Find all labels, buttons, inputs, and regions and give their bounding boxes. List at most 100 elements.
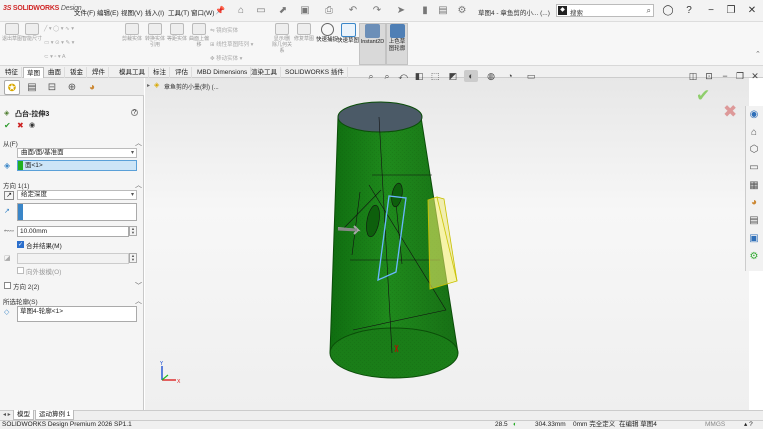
solidworks-resources-icon[interactable]: ◉ (747, 108, 761, 122)
display-manager-tab-icon[interactable]: ◕ (84, 80, 100, 95)
ribbon-repair-sketch[interactable]: 修复草图 (294, 23, 314, 42)
status-notification-icon[interactable]: ▴ ? (744, 421, 753, 429)
view-orientation-icon[interactable]: ⬚ (428, 70, 442, 82)
restore-button[interactable]: ❐ (723, 3, 739, 19)
app-logo[interactable]: 3S SOLIDWORKS Design (3, 5, 82, 12)
section-view-icon[interactable]: ◧ (412, 70, 426, 82)
status-units[interactable]: MMGS (705, 421, 725, 429)
design-library-icon[interactable]: ⬡ (747, 143, 761, 157)
viewport-restore-icon[interactable]: ❐ (733, 70, 747, 82)
direction2-expand-icon[interactable]: ﹀ (135, 281, 142, 291)
line-tool-icon[interactable]: ╱ ▾ ◯ ▾ ∿ ▾ (44, 26, 74, 32)
forum-icon[interactable]: ▣ (747, 232, 761, 246)
open-icon[interactable]: ⬈ (276, 4, 290, 18)
ribbon-display-relations[interactable]: 显示/删除几何关系 (272, 23, 292, 54)
ribbon-smart-dimension[interactable]: 智能尺寸 (22, 23, 42, 42)
home-tab-icon[interactable]: ⌂ (747, 126, 761, 140)
zoom-area-icon[interactable]: ⌕ (380, 70, 394, 82)
panel-toggle-icon[interactable]: ◫ (686, 70, 700, 82)
tab-evaluate[interactable]: 评估 (172, 67, 192, 78)
split-view-icon[interactable]: ⊡ (702, 70, 716, 82)
direction-vector-field[interactable] (17, 203, 137, 221)
close-button[interactable]: ✕ (744, 3, 760, 19)
new-document-icon[interactable]: ▭ (254, 4, 268, 18)
appearances-icon[interactable]: ◕ (747, 196, 761, 210)
ribbon-instant2d[interactable]: Instant2D (359, 23, 386, 65)
previous-view-icon[interactable]: ⤺ (396, 70, 410, 82)
tab-scroll-icon[interactable]: ◂ ▸ (3, 411, 11, 418)
edit-appearance-icon[interactable]: ◍ (484, 70, 498, 82)
mirror-entities[interactable]: ⇋ 镜向实体 (210, 26, 238, 34)
rebuild-icon[interactable]: ▮ (418, 4, 432, 18)
ribbon-surface-offset[interactable]: 曲面上偏移 (189, 23, 209, 48)
tab-markup[interactable]: 标注 (150, 67, 170, 78)
confirm-ok-icon[interactable]: ✔ (696, 86, 710, 106)
print-icon[interactable]: ⎙ (322, 4, 336, 18)
menu-file[interactable]: 文件(F) (74, 7, 95, 17)
search-icon[interactable]: ⌕ (647, 6, 651, 16)
confirm-cancel-icon[interactable]: ✖ (723, 102, 737, 122)
tab-features[interactable]: 特征 (2, 67, 22, 78)
ribbon-exit-sketch[interactable]: 退出草图 (2, 23, 22, 42)
hide-show-items-icon[interactable]: ◐ (464, 70, 478, 82)
help-icon[interactable]: ? (681, 3, 697, 19)
direction1-label[interactable]: 方向 1(1) (3, 180, 29, 190)
ribbon-collapse-icon[interactable]: ⌃ (755, 50, 761, 58)
rect-tool-icon[interactable]: ▭ ▾ ⊙ ▾ ✎ ▾ (44, 40, 74, 46)
tab-surfaces[interactable]: 曲面 (45, 67, 65, 78)
pin-icon[interactable]: 📌 (213, 4, 227, 18)
menu-window[interactable]: 窗口(W) (191, 7, 214, 17)
graphics-viewport[interactable]: ▸ ◈ 章鱼剪的小墨(刺) (... Y X ✔ ✖ (145, 78, 749, 410)
depth-spinner[interactable]: ▲ ▼ (129, 226, 137, 236)
draft-spinner[interactable]: ▲ ▼ (129, 253, 137, 263)
view-palette-icon[interactable]: ▦ (747, 179, 761, 193)
tab-sheet-metal[interactable]: 钣金 (67, 67, 87, 78)
end-condition-combo[interactable]: 给定深度 ▾ (17, 190, 137, 200)
solidworks-apps-icon[interactable]: ⚙ (747, 250, 761, 264)
menu-view[interactable]: 视图(V) (121, 7, 143, 17)
home-icon[interactable]: ⌂ (234, 4, 248, 18)
selected-contours-label[interactable]: 所选轮廓(S) (3, 296, 38, 306)
reverse-direction-icon[interactable]: ↗ (4, 191, 14, 200)
menu-tools[interactable]: 工具(T) (168, 7, 189, 17)
tab-model[interactable]: 模型 (13, 410, 34, 420)
contours-field[interactable]: 草图4-轮廓<1> (17, 306, 137, 322)
feature-manager-tab-icon[interactable]: ✪ (4, 80, 20, 95)
zoom-to-fit-icon[interactable]: ⌕ (364, 70, 378, 82)
part-model[interactable] (145, 78, 749, 410)
contours-collapse-icon[interactable]: ︿ (135, 296, 142, 306)
redo-icon[interactable]: ↷ (370, 4, 384, 18)
help-button[interactable]: ? (131, 109, 138, 116)
linear-sketch-pattern[interactable]: ⊞ 线性草图阵列 ▾ (210, 40, 253, 48)
search-box[interactable]: ◆ 搜索 ⌕ (556, 4, 654, 17)
menu-insert[interactable]: 插入(I) (145, 7, 164, 17)
ribbon-rapid-sketch[interactable]: 快速草图 (337, 23, 359, 45)
tab-mbd-dimensions[interactable]: MBD Dimensions (194, 67, 252, 78)
tab-render-tools[interactable]: 渲染工具 (248, 67, 281, 78)
custom-properties-icon[interactable]: ▤ (747, 214, 761, 228)
display-style-icon[interactable]: ◩ (446, 70, 460, 82)
menu-edit[interactable]: 编辑(E) (97, 7, 119, 17)
user-icon[interactable]: ◯ (660, 3, 676, 19)
dimxpert-tab-icon[interactable]: ⊕ (64, 80, 80, 95)
property-manager-tab-icon[interactable]: ▤ (24, 80, 40, 95)
configuration-manager-tab-icon[interactable]: ⊟ (44, 80, 60, 95)
apply-scene-icon[interactable]: ◔ (503, 70, 517, 82)
ribbon-quick-snaps[interactable]: 快速捕捉 (316, 23, 338, 44)
minimize-button[interactable]: − (703, 3, 719, 19)
tab-sketch[interactable]: 草图 (23, 67, 44, 78)
merge-result-checkbox[interactable]: ✓ (17, 241, 24, 248)
file-properties-icon[interactable]: ▤ (436, 4, 450, 18)
cancel-icon[interactable]: ✖ (17, 121, 24, 130)
direction2-checkbox[interactable] (4, 282, 11, 289)
tab-motion-study-1[interactable]: 运动算例 1 (35, 410, 75, 420)
from-combo[interactable]: 曲面/面/基准面 ▾ (17, 148, 137, 158)
search-input[interactable]: 搜索 (570, 7, 583, 17)
viewport-minimize-icon[interactable]: − (718, 70, 732, 82)
direction2-label[interactable]: 方向 2(2) (13, 281, 39, 291)
slot-tool-icon[interactable]: ⊂ ▾ ▫ ▾ A (44, 54, 66, 60)
draft-angle-input[interactable] (17, 253, 129, 264)
viewport-close-icon[interactable]: ✕ (748, 70, 762, 82)
view-settings-icon[interactable]: ▭ (524, 70, 538, 82)
preview-eye-icon[interactable]: ◉ (29, 121, 35, 129)
